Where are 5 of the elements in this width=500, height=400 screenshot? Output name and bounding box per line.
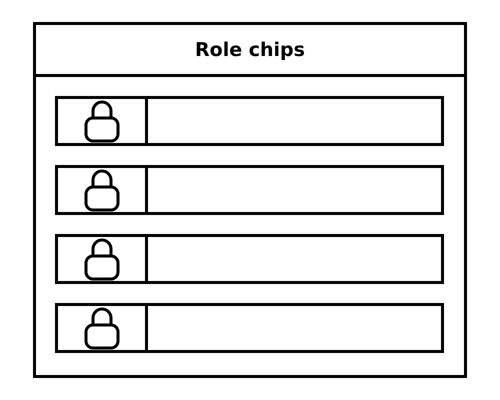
role-chip[interactable] (55, 303, 444, 353)
window-title: Role chips (195, 38, 305, 60)
role-chip[interactable] (55, 234, 444, 284)
role-chip[interactable] (55, 96, 444, 146)
role-chip[interactable] (55, 165, 444, 215)
